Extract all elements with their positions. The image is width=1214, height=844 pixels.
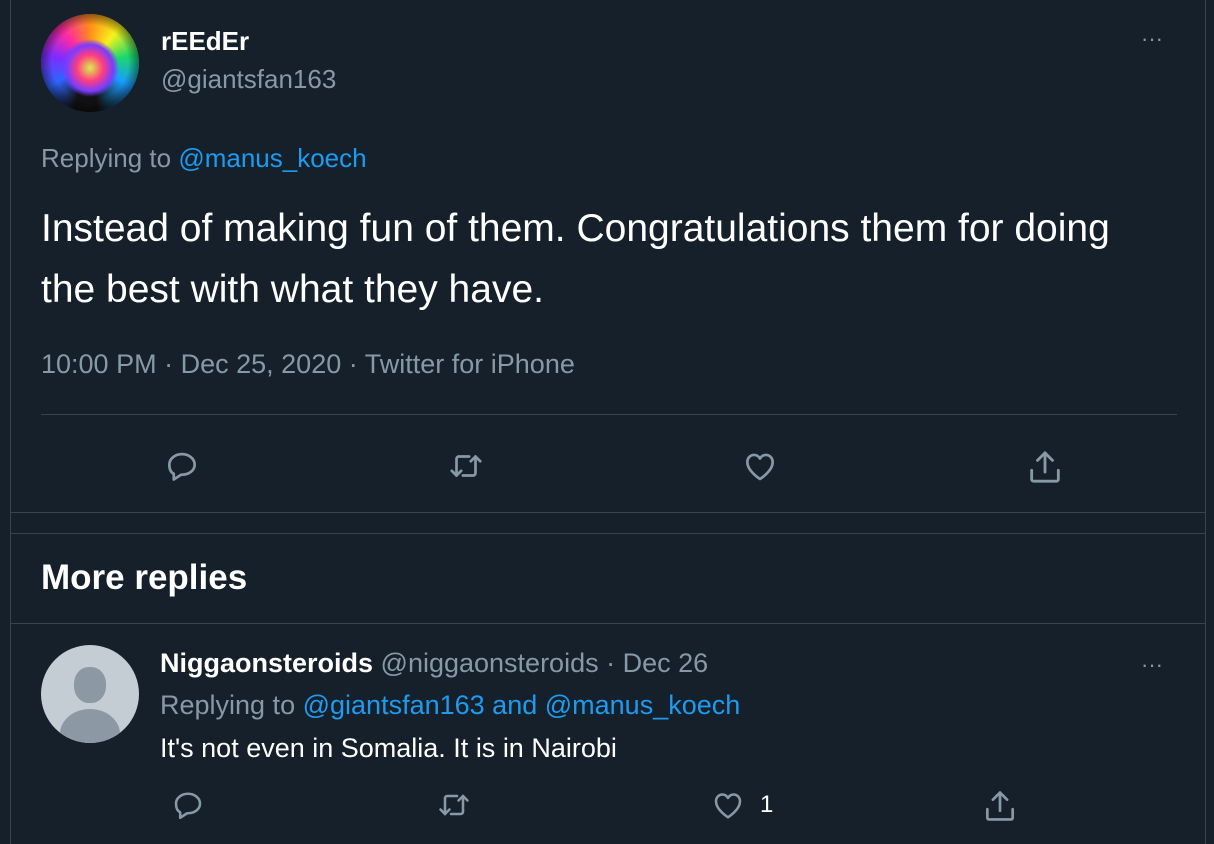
divider <box>41 414 1177 415</box>
reply-date[interactable]: Dec 26 <box>623 648 709 678</box>
tweet-source[interactable]: Twitter for iPhone <box>365 349 575 379</box>
share-button[interactable] <box>981 787 1019 825</box>
reply-replying-to-line: Replying to @giantsfan163 and @manus_koe… <box>160 690 740 721</box>
section-gap <box>11 512 1205 534</box>
timeline-column: rEEdEr @giantsfan163 ··· Replying to @ma… <box>10 0 1206 844</box>
replying-and: and <box>492 690 538 720</box>
meta-separator: · <box>164 349 174 379</box>
share-icon <box>985 791 1015 821</box>
retweet-button[interactable] <box>447 447 485 485</box>
reply-author-handle[interactable]: @niggaonsteroids <box>381 648 599 678</box>
replying-to-link-1[interactable]: @giantsfan163 <box>303 690 485 720</box>
reply-icon <box>167 452 197 481</box>
tweet-date[interactable]: Dec 25, 2020 <box>181 349 342 379</box>
meta-separator: · <box>348 349 358 379</box>
like-count: 1 <box>760 791 774 818</box>
retweet-button[interactable] <box>436 787 472 823</box>
heart-icon <box>745 453 775 481</box>
like-button[interactable] <box>741 447 779 485</box>
heart-icon <box>714 793 742 819</box>
reply-button[interactable] <box>170 787 206 823</box>
retweet-icon <box>450 455 482 477</box>
share-icon <box>1030 451 1060 483</box>
more-options-icon[interactable]: ··· <box>1141 652 1163 678</box>
tweet-meta: 10:00 PM · Dec 25, 2020 · Twitter for iP… <box>41 349 575 380</box>
tweet-time[interactable]: 10:00 PM <box>41 349 157 379</box>
avatar[interactable] <box>41 14 139 112</box>
replying-prefix: Replying to <box>160 690 296 720</box>
main-tweet: rEEdEr @giantsfan163 ··· Replying to @ma… <box>11 0 1205 512</box>
author-handle[interactable]: @giantsfan163 <box>161 64 336 95</box>
meta-separator: · <box>606 648 616 678</box>
reply-button[interactable] <box>163 447 201 485</box>
tweet-text: Instead of making fun of them. Congratul… <box>41 207 1110 311</box>
more-options-icon[interactable]: ··· <box>1141 26 1163 52</box>
more-replies-heading: More replies <box>41 558 248 597</box>
like-button[interactable]: 1 <box>710 787 773 823</box>
replying-to-link-2[interactable]: @manus_koech <box>545 690 741 720</box>
retweet-icon <box>439 794 469 816</box>
replying-prefix: Replying to <box>41 143 172 173</box>
divider <box>11 623 1205 624</box>
author-display-name[interactable]: rEEdEr <box>161 26 249 57</box>
default-avatar[interactable] <box>41 645 139 743</box>
replying-to-line: Replying to @manus_koech <box>41 143 367 174</box>
reply-header: Niggaonsteroids @niggaonsteroids · Dec 2… <box>160 648 708 679</box>
reply-text: It's not even in Somalia. It is in Nairo… <box>160 733 617 763</box>
avatar-body-shape <box>60 709 120 743</box>
replying-to-link[interactable]: @manus_koech <box>178 143 366 173</box>
reply-icon <box>174 792 202 820</box>
share-button[interactable] <box>1025 447 1065 487</box>
reply-author-name[interactable]: Niggaonsteroids <box>160 648 373 678</box>
avatar-head-shape <box>74 667 106 703</box>
